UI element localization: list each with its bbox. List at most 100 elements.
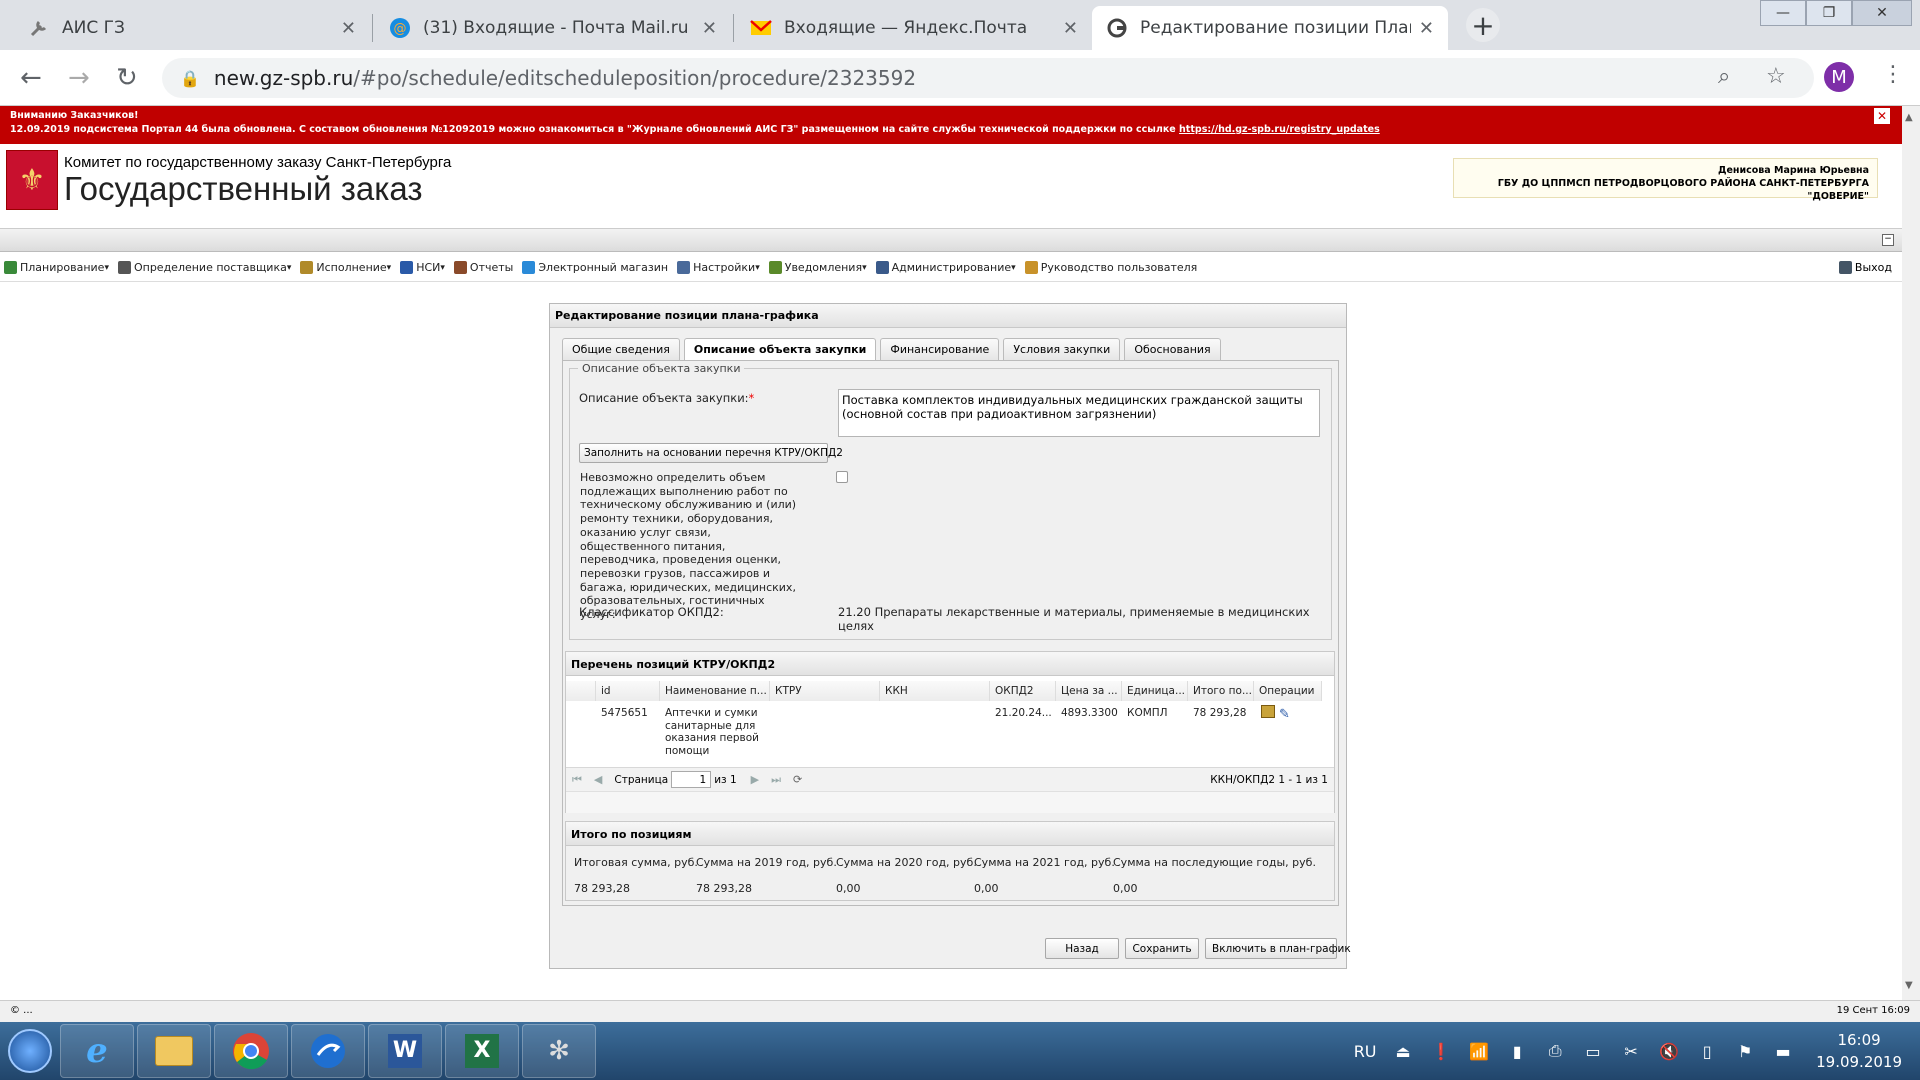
taskbar-tool[interactable]: ✻ — [522, 1024, 596, 1078]
last-page-icon[interactable]: ⏭ — [771, 773, 781, 787]
notice-link[interactable]: https://hd.gz-spb.ru/registry_updates — [1179, 124, 1380, 135]
panel-tab-3[interactable]: Условия закупки — [1003, 338, 1121, 360]
forward-icon[interactable]: → — [68, 63, 90, 93]
panel-tab-1[interactable]: Описание объекта закупки — [683, 338, 877, 360]
clock-time: 16:09 — [1837, 1031, 1881, 1049]
grid-col-header[interactable]: ОКПД2 — [990, 681, 1056, 701]
edit-pencil-icon[interactable]: ✎ — [1279, 707, 1290, 722]
language-indicator[interactable]: RU — [1352, 1040, 1378, 1062]
include-in-plan-button[interactable]: Включить в план-график — [1205, 938, 1351, 959]
system-tray: RU ⏏ ❗ 📶 ▮ ⎙ ▭ ✂ 🔇 ▯ ⚑ ▬ 16:09 19.09.201… — [1352, 1022, 1920, 1080]
network-icon[interactable]: 📶 — [1466, 1040, 1492, 1062]
notice-close-icon[interactable]: ✕ — [1874, 108, 1890, 124]
taskbar-excel[interactable]: X — [445, 1024, 519, 1078]
taskbar-ie[interactable]: e — [60, 1024, 134, 1078]
menu-item-1[interactable]: Определение поставщика ▾ — [117, 261, 291, 274]
battery-icon[interactable]: ▬ — [1770, 1040, 1796, 1062]
taskbar-app[interactable] — [291, 1024, 365, 1078]
tools-icon[interactable]: ✂ — [1618, 1040, 1644, 1062]
taskbar-explorer[interactable] — [137, 1024, 211, 1078]
start-button[interactable] — [0, 1024, 60, 1078]
notice-banner: Вниманию Заказчиков! 12.09.2019 подсисте… — [0, 106, 1902, 144]
close-window-button[interactable]: ✕ — [1852, 0, 1912, 26]
menu-item-3[interactable]: НСИ ▾ — [400, 261, 445, 274]
refresh-icon[interactable]: ⟳ — [793, 773, 802, 786]
tab-title: АИС ГЗ — [62, 18, 125, 38]
bookmark-star-icon[interactable]: ☆ — [1766, 64, 1786, 89]
clock-date: 19.09.2019 — [1816, 1053, 1902, 1071]
details-icon[interactable] — [1261, 705, 1275, 718]
menu-item-6[interactable]: Настройки ▾ — [677, 261, 760, 274]
menu-kebab-icon[interactable]: ⋮ — [1882, 62, 1904, 87]
grid-col-header[interactable]: КТРУ — [770, 681, 880, 701]
grid-col-header[interactable]: Единица... — [1122, 681, 1188, 701]
printer-icon[interactable]: ⎙ — [1542, 1040, 1568, 1062]
panel-tab-2[interactable]: Финансирование — [880, 338, 1000, 360]
fill-from-ktru-button[interactable]: Заполнить на основании перечня КТРУ/ОКПД… — [579, 443, 843, 463]
zoom-icon[interactable]: ⌕ — [1718, 64, 1730, 89]
phone-icon[interactable]: ▯ — [1694, 1040, 1720, 1062]
menu-item-label: Планирование — [20, 261, 105, 274]
back-icon[interactable]: ← — [20, 63, 42, 93]
tab-close-icon[interactable]: ✕ — [702, 18, 717, 39]
taskbar-word[interactable]: W — [368, 1024, 442, 1078]
tab-close-icon[interactable]: ✕ — [341, 18, 356, 39]
grid-col-header[interactable]: Итого по... — [1188, 681, 1254, 701]
browser-tab-active[interactable]: Редактирование позиции Плана-графика ✕ — [1092, 6, 1448, 50]
usb-icon[interactable]: ⏏ — [1390, 1040, 1416, 1062]
tab-close-icon[interactable]: ✕ — [1419, 18, 1434, 39]
browser-tab-yandex[interactable]: Входящие — Яндекс.Почта ✕ — [736, 6, 1092, 50]
page-input[interactable] — [671, 771, 712, 788]
menu-item-icon — [875, 261, 889, 274]
browser-tab-mailru[interactable]: @ (31) Входящие - Почта Mail.ru ✕ — [375, 6, 731, 50]
flag-icon[interactable]: ⚑ — [1732, 1040, 1758, 1062]
maximize-button[interactable]: ❐ — [1806, 0, 1852, 26]
grid-col-header[interactable]: ККН — [880, 681, 990, 701]
tab-close-icon[interactable]: ✕ — [1063, 18, 1078, 39]
grid-col-header[interactable]: id — [596, 681, 660, 701]
description-textarea[interactable]: Поставка комплектов индивидуальных медиц… — [838, 389, 1320, 437]
back-button[interactable]: Назад — [1045, 938, 1119, 959]
grid-col-header[interactable]: Наименование п... — [660, 681, 770, 701]
browser-tab-ais[interactable]: АИС ГЗ ✕ — [14, 6, 370, 50]
grid-col-header[interactable]: Операции — [1254, 681, 1322, 701]
app-arrow-icon — [311, 1034, 345, 1068]
prev-page-icon[interactable]: ◀ — [594, 773, 602, 786]
lock-icon: 🔒 — [180, 68, 200, 88]
panel-tab-0[interactable]: Общие сведения — [562, 338, 680, 360]
menu-item-icon — [453, 261, 467, 274]
spider-icon: ✻ — [548, 1036, 570, 1066]
volume-muted-icon[interactable]: 🔇 — [1656, 1040, 1682, 1062]
collapse-icon[interactable]: − — [1882, 234, 1894, 246]
menu-item-2[interactable]: Исполнение ▾ — [300, 261, 391, 274]
scroll-down-icon[interactable]: ▼ — [1905, 980, 1913, 991]
taskbar-clock[interactable]: 16:09 19.09.2019 — [1816, 1029, 1902, 1073]
reload-icon[interactable]: ↻ — [116, 63, 138, 93]
scroll-up-icon[interactable]: ▲ — [1905, 112, 1913, 123]
first-page-icon[interactable]: ⏮ — [572, 773, 582, 787]
alert-icon[interactable]: ❗ — [1428, 1040, 1454, 1062]
grid-col-header[interactable]: Цена за ... — [1056, 681, 1122, 701]
menu-item-9[interactable]: Руководство пользователя — [1024, 261, 1197, 274]
cell-price: 4893.3300 — [1061, 707, 1118, 719]
page-scrollbar[interactable]: ▲ ▼ — [1902, 106, 1920, 1000]
minimize-button[interactable]: — — [1760, 0, 1806, 26]
save-button[interactable]: Сохранить — [1125, 938, 1199, 959]
volume-undetermined-checkbox[interactable] — [836, 471, 848, 483]
panel-tab-4[interactable]: Обоснования — [1124, 338, 1221, 360]
menu-item-0[interactable]: Планирование ▾ — [4, 261, 109, 274]
menu-item-4[interactable]: Отчеты — [453, 261, 513, 274]
status-datetime: 19 Сент 16:09 — [1836, 1005, 1910, 1016]
monitor-icon[interactable]: ▭ — [1580, 1040, 1606, 1062]
profile-avatar[interactable]: M — [1824, 62, 1854, 92]
address-bar[interactable]: 🔒 new.gz-spb.ru/#po/schedule/editschedul… — [162, 58, 1814, 98]
exit-button[interactable]: Выход — [1838, 261, 1892, 274]
header-strip: − — [0, 228, 1902, 252]
new-tab-button[interactable]: + — [1466, 8, 1500, 42]
menu-item-8[interactable]: Администрирование ▾ — [875, 261, 1016, 274]
next-page-icon[interactable]: ▶ — [751, 773, 759, 786]
menu-item-5[interactable]: Электронный магазин — [522, 261, 668, 274]
taskbar-chrome[interactable] — [214, 1024, 288, 1078]
signal-icon[interactable]: ▮ — [1504, 1040, 1530, 1062]
menu-item-7[interactable]: Уведомления ▾ — [768, 261, 867, 274]
